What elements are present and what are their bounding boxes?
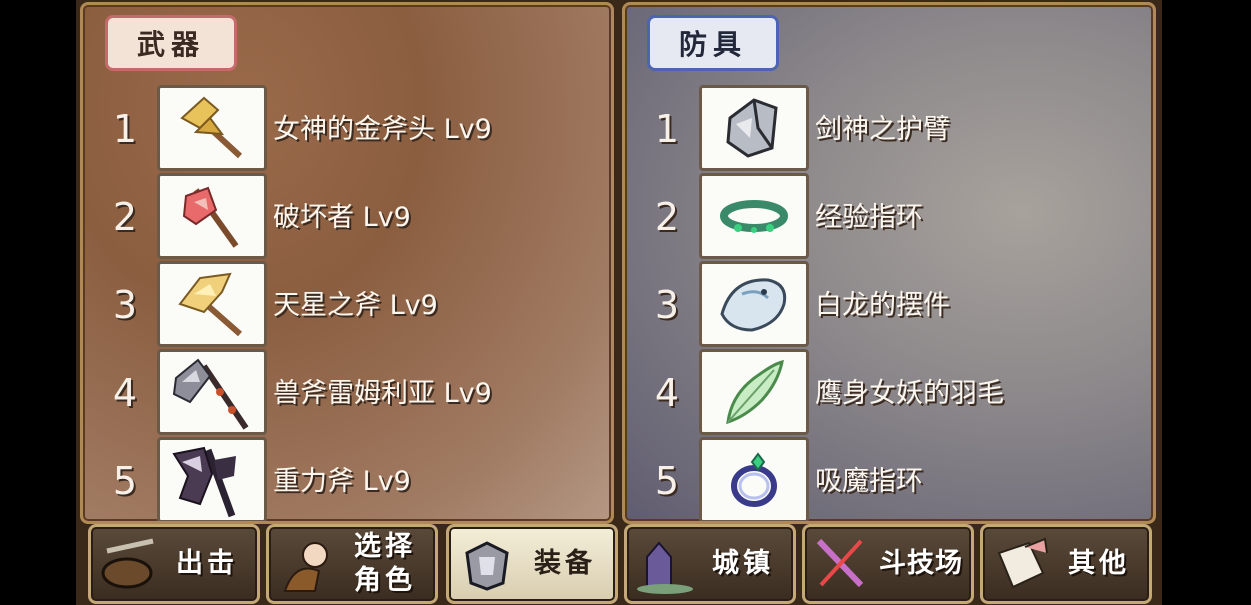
weapon-name: 兽斧雷姆利亚 Lv9	[273, 378, 492, 409]
weapon-row-4[interactable]: 4 兽斧雷姆利亚 Lv9	[83, 349, 611, 435]
scroll-icon	[997, 537, 1048, 589]
star-axe-icon[interactable]	[157, 261, 267, 347]
arena-label: 斗技场	[879, 548, 963, 579]
select-character-label-line2: 角色	[354, 565, 416, 596]
equipment-button[interactable]: 装备	[446, 524, 618, 604]
armor-row-3[interactable]: 3 白龙的摆件	[625, 261, 1153, 347]
weapon-name: 破坏者 Lv9	[273, 202, 411, 233]
town-button[interactable]: 城镇	[624, 524, 796, 604]
white-dragon-icon[interactable]	[699, 261, 809, 347]
other-button[interactable]: 其他	[980, 524, 1152, 604]
armor-name: 经验指环	[815, 202, 923, 233]
sortie-button[interactable]: 出击	[88, 524, 260, 604]
equipment-label: 装备	[534, 548, 596, 579]
armor-name: 剑神之护臂	[815, 114, 950, 145]
bottom-toolbar: 出击 选择 角色 装备 城镇 斗技场 其他	[86, 522, 1152, 604]
armor-name: 吸魔指环	[815, 466, 923, 497]
sortie-label: 出击	[176, 548, 238, 579]
weapon-row-3[interactable]: 3 天星之斧 Lv9	[83, 261, 611, 347]
weapon-row-5[interactable]: 5 重力斧 Lv9	[83, 437, 611, 521]
armor-name: 白龙的摆件	[815, 290, 950, 321]
weapon-name: 重力斧 Lv9	[273, 466, 411, 497]
red-axe-icon[interactable]	[157, 173, 267, 259]
slot-number: 4	[654, 371, 680, 415]
armor-header: 防具	[647, 15, 779, 71]
sword-icon	[816, 538, 864, 588]
arena-button[interactable]: 斗技场	[802, 524, 974, 604]
armor-icon	[465, 541, 509, 591]
select-character-button[interactable]: 选择 角色	[266, 524, 438, 604]
gravity-axe-icon[interactable]	[157, 437, 267, 521]
armor-row-2[interactable]: 2 经验指环	[625, 173, 1153, 259]
weapons-header: 武器	[105, 15, 237, 71]
feather-icon[interactable]	[699, 349, 809, 435]
beast-axe-icon[interactable]	[157, 349, 267, 435]
slot-number: 2	[654, 195, 680, 239]
select-character-label: 选择 角色	[341, 527, 429, 601]
pot-icon	[101, 538, 154, 589]
character-icon	[283, 542, 328, 592]
slot-number: 1	[654, 107, 680, 151]
slot-number: 5	[112, 459, 138, 503]
armor-row-5[interactable]: 5 吸魔指环	[625, 437, 1153, 521]
golden-axe-icon[interactable]	[157, 85, 267, 171]
armor-row-4[interactable]: 4 鹰身女妖的羽毛	[625, 349, 1153, 435]
town-icon	[637, 541, 693, 594]
armor-panel: 防具 1 剑神之护臂 2 经验指环 3 白龙的摆件 4 鹰身女妖的羽毛 5 吸魔…	[622, 2, 1156, 524]
weapon-row-2[interactable]: 2 破坏者 Lv9	[83, 173, 611, 259]
slot-number: 3	[112, 283, 138, 327]
armor-name: 鹰身女妖的羽毛	[815, 378, 1004, 409]
slot-number: 5	[654, 459, 680, 503]
other-label: 其他	[1068, 548, 1130, 579]
slot-number: 2	[112, 195, 138, 239]
weapon-name: 天星之斧 Lv9	[273, 290, 438, 321]
slot-number: 4	[112, 371, 138, 415]
magic-ring-icon[interactable]	[699, 437, 809, 521]
weapon-row-1[interactable]: 1 女神的金斧头 Lv9	[83, 85, 611, 171]
select-character-label-line1: 选择	[354, 531, 416, 562]
slot-number: 1	[112, 107, 138, 151]
gauntlet-icon[interactable]	[699, 85, 809, 171]
slot-number: 3	[654, 283, 680, 327]
weapon-name: 女神的金斧头 Lv9	[273, 114, 492, 145]
ring-icon[interactable]	[699, 173, 809, 259]
armor-row-1[interactable]: 1 剑神之护臂	[625, 85, 1153, 171]
town-label: 城镇	[712, 548, 774, 579]
weapons-panel: 武器 1 女神的金斧头 Lv9 2 破坏者 Lv9 3 天星之斧 Lv9 4 兽…	[80, 2, 614, 524]
